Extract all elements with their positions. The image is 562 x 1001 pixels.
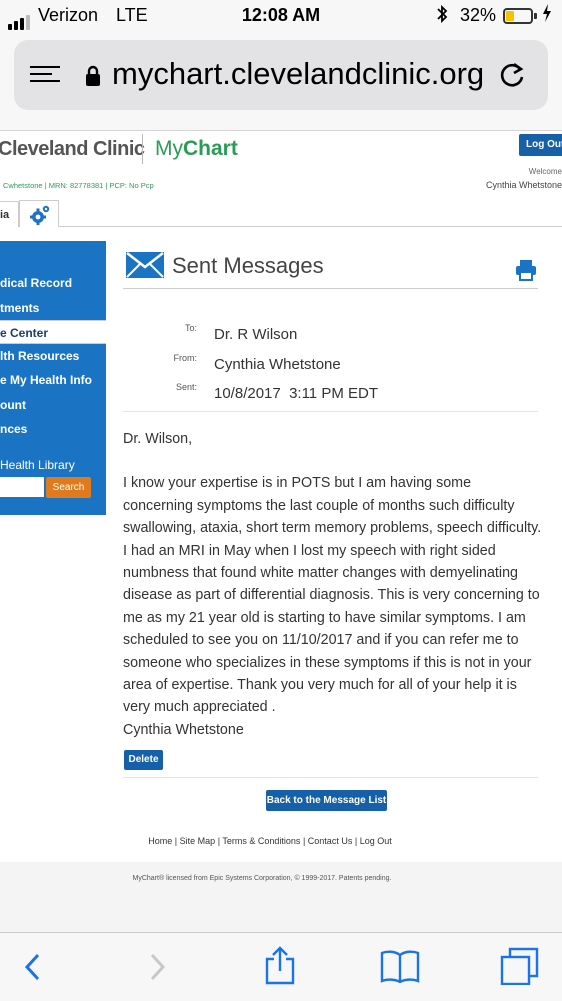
cleveland-clinic-logo[interactable]: Cleveland Clinic (0, 138, 145, 161)
welcome-label: Welcome (528, 167, 562, 176)
message-greeting: Dr. Wilson, (123, 431, 193, 447)
sidebar-item-appointments[interactable]: tments (0, 296, 106, 320)
to-value: Dr. R Wilson (214, 326, 298, 343)
footer-separator: | (174, 836, 178, 846)
status-bar: Verizon LTE 12:08 AM 32% (0, 0, 562, 32)
from-label: From: (173, 353, 198, 363)
footer-link-contact[interactable]: Contact Us (308, 836, 353, 846)
tab-row-divider (0, 226, 562, 227)
footer-links: Home | Site Map | Terms & Conditions | C… (0, 836, 540, 846)
sidebar-item-message-center[interactable]: e Center (0, 320, 106, 344)
footer-link-home[interactable]: Home (148, 836, 172, 846)
message-body: Dr. Wilson, I know your expertise is in … (123, 428, 543, 741)
mychart-logo-prefix: My (155, 137, 183, 160)
sidebar-item-medical-record[interactable]: dical Record (0, 271, 106, 295)
health-library-label: Health Library (0, 458, 75, 472)
to-label: To: (184, 323, 197, 333)
footer-link-terms[interactable]: Terms & Conditions (222, 836, 300, 846)
message-text: I know your expertise is in POTS but I a… (123, 475, 542, 716)
bluetooth-icon (436, 4, 448, 29)
sidebar-item-account[interactable]: ount (0, 393, 106, 417)
health-library-search-button[interactable]: Search (46, 477, 91, 498)
sidebar-item-preferences[interactable]: nces (0, 417, 106, 441)
battery-icon (503, 8, 533, 24)
battery-tip (534, 13, 537, 19)
reload-icon[interactable] (498, 60, 528, 95)
mychart-logo-suffix: Chart (183, 137, 238, 160)
gear-icon (29, 205, 51, 230)
address-bar[interactable]: mychart.clevelandclinic.org (14, 40, 548, 110)
copyright-text: MyChart® licensed from Epic Systems Corp… (132, 875, 392, 882)
url-text[interactable]: mychart.clevelandclinic.org (112, 56, 484, 92)
lock-icon (84, 65, 102, 92)
tab-patient[interactable]: ia (0, 201, 19, 227)
reader-icon[interactable] (30, 66, 60, 87)
patient-info: Cwhetstone | MRN: 82778381 | PCP: No Pcp (3, 181, 154, 190)
print-icon[interactable] (515, 259, 537, 286)
message-signature: Cynthia Whetstone (123, 721, 244, 738)
sidebar-item-health-resources[interactable]: lth Resources (0, 344, 106, 368)
footer-separator: | (217, 836, 221, 846)
sidebar-nav: dical Record tments e Center lth Resourc… (0, 241, 106, 515)
charging-icon (542, 3, 552, 28)
health-library-search-input[interactable] (0, 477, 44, 497)
message-footer-divider (123, 777, 538, 778)
envelope-icon (125, 251, 165, 284)
tab-settings[interactable] (19, 200, 59, 227)
title-divider (123, 288, 538, 289)
page-title: Sent Messages (172, 253, 324, 278)
battery-percent: 32% (460, 5, 497, 25)
sent-value: 10/8/2017 3:11 PM EDT (214, 385, 378, 402)
battery-level (506, 11, 514, 21)
footer-link-logout[interactable]: Log Out (360, 836, 392, 846)
bookmarks-icon[interactable] (380, 949, 420, 988)
browser-toolbar (0, 932, 562, 1001)
footer-separator: | (302, 836, 306, 846)
from-value: Cynthia Whetstone (214, 356, 341, 373)
footer-separator: | (354, 836, 358, 846)
sent-label: Sent: (175, 382, 197, 392)
back-icon[interactable] (22, 951, 44, 988)
logo-divider (142, 134, 143, 164)
back-to-message-list-button[interactable]: Back to the Message List (266, 790, 387, 811)
welcome-name: Cynthia Whetstone (485, 180, 562, 190)
tabs-icon[interactable] (500, 947, 540, 990)
mychart-logo[interactable]: MyChart (155, 137, 238, 161)
delete-button[interactable]: Delete (124, 750, 163, 770)
copyright-band (0, 862, 562, 932)
share-icon[interactable] (264, 945, 296, 990)
logout-button[interactable]: Log Out (519, 134, 562, 156)
footer-link-site-map[interactable]: Site Map (180, 836, 216, 846)
sidebar-item-share-health-info[interactable]: e My Health Info (0, 368, 106, 392)
header-divider (123, 411, 538, 412)
forward-icon[interactable] (146, 951, 168, 988)
browser-chrome: mychart.clevelandclinic.org (0, 32, 562, 131)
